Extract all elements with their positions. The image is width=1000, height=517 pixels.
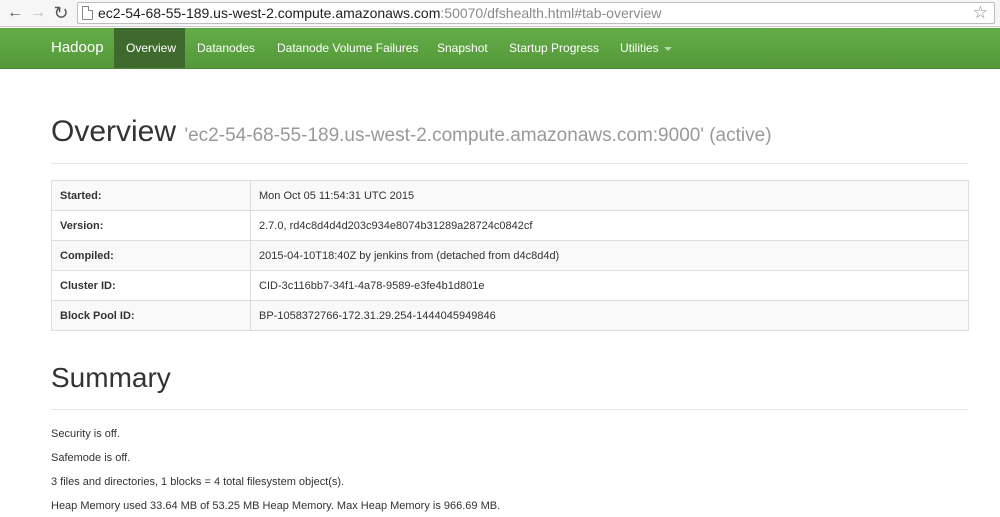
browser-toolbar: ← → ↻ ec2-54-68-55-189.us-west-2.compute… [0,0,1000,27]
bookmark-star-icon[interactable]: ☆ [973,3,988,23]
overview-table: Started: Mon Oct 05 11:54:31 UTC 2015 Ve… [51,180,969,331]
page-title: Overview 'ec2-54-68-55-189.us-west-2.com… [51,115,772,149]
url-path: :50070/dfshealth.html#tab-overview [440,5,662,21]
brand-logo[interactable]: Hadoop [51,28,104,68]
table-row: Block Pool ID: BP-1058372766-172.31.29.2… [51,300,969,331]
back-arrow-icon[interactable]: ← [5,3,25,23]
row-value: 2.7.0, rd4c8d4d4d203c934e8074b31289a2872… [250,210,969,241]
table-row: Started: Mon Oct 05 11:54:31 UTC 2015 [51,180,969,211]
table-row: Cluster ID: CID-3c116bb7-34f1-4a78-9589-… [51,270,969,301]
nav-tab-datanodes[interactable]: Datanodes [185,28,267,68]
nav-tab-datanode-volume-failures[interactable]: Datanode Volume Failures [265,28,430,68]
row-key: Cluster ID: [51,270,251,301]
nav-tab-overview[interactable]: Overview [114,28,185,68]
top-navbar: Hadoop Overview Datanodes Datanode Volum… [0,28,1000,69]
row-key: Started: [51,180,251,211]
divider [51,409,968,410]
table-row: Version: 2.7.0, rd4c8d4d4d203c934e8074b3… [51,210,969,241]
row-key: Block Pool ID: [51,300,251,331]
row-value: CID-3c116bb7-34f1-4a78-9589-e3fe4b1d801e [250,270,969,301]
nav-tab-snapshot[interactable]: Snapshot [425,28,500,68]
summary-line: Security is off. [51,428,120,440]
page-icon [82,6,93,20]
forward-arrow-icon[interactable]: → [28,3,48,23]
url-host: ec2-54-68-55-189.us-west-2.compute.amazo… [98,5,441,21]
utilities-label: Utilities [620,41,659,55]
nav-tab-utilities[interactable]: Utilities [608,28,684,68]
summary-line: Safemode is off. [51,452,131,464]
row-key: Compiled: [51,240,251,271]
table-row: Compiled: 2015-04-10T18:40Z by jenkins f… [51,240,969,271]
reload-icon[interactable]: ↻ [51,3,71,23]
row-value: Mon Oct 05 11:54:31 UTC 2015 [250,180,969,211]
chevron-down-icon [663,46,672,51]
summary-line: Heap Memory used 33.64 MB of 53.25 MB He… [51,500,501,512]
summary-line: 3 files and directories, 1 blocks = 4 to… [51,476,345,488]
address-bar[interactable]: ec2-54-68-55-189.us-west-2.compute.amazo… [77,2,995,24]
namenode-address: 'ec2-54-68-55-189.us-west-2.compute.amaz… [184,125,772,146]
row-key: Version: [51,210,251,241]
row-value: 2015-04-10T18:40Z by jenkins from (detac… [250,240,969,271]
nav-tab-startup-progress[interactable]: Startup Progress [497,28,611,68]
divider [51,163,968,164]
row-value: BP-1058372766-172.31.29.254-144404594984… [250,300,969,331]
overview-title: Overview [51,115,177,148]
summary-title: Summary [51,362,171,393]
